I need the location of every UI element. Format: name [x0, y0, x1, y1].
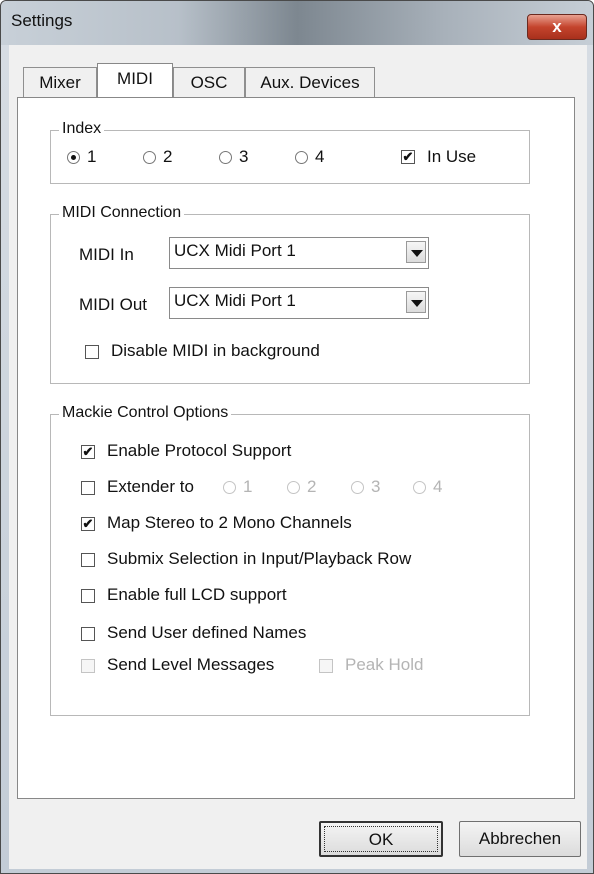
index-radio-4-label: 4: [315, 147, 325, 166]
extender-radio-4-label: 4: [433, 477, 443, 496]
level-messages-label: Send Level Messages: [107, 655, 275, 674]
tab-aux-devices[interactable]: Aux. Devices: [245, 67, 375, 97]
index-legend: Index: [59, 120, 105, 138]
chevron-down-icon[interactable]: [406, 291, 426, 313]
extender-label: Extender to: [107, 477, 194, 496]
extender-radio-3[interactable]: [351, 481, 364, 494]
mackie-legend: Mackie Control Options: [59, 404, 232, 422]
ok-button[interactable]: OK: [319, 821, 443, 857]
disable-bg-checkbox[interactable]: [85, 345, 99, 359]
tab-midi[interactable]: MIDI: [97, 63, 173, 97]
in-use-checkbox[interactable]: ✔: [401, 150, 415, 164]
submix-checkbox[interactable]: [81, 553, 95, 567]
index-radio-3-label: 3: [239, 147, 249, 166]
enable-protocol-label: Enable Protocol Support: [107, 441, 292, 460]
title-bar[interactable]: Settings x: [1, 1, 593, 45]
window-title: Settings: [11, 11, 73, 30]
midi-tab-panel: Index 1 2 3 4 ✔ In Use MIDI Connection M…: [17, 97, 575, 799]
midi-in-value: UCX Midi Port 1: [174, 241, 296, 260]
midi-connection-legend: MIDI Connection: [59, 204, 185, 222]
index-radio-4[interactable]: [295, 151, 308, 164]
extender-radio-3-label: 3: [371, 477, 381, 496]
tab-osc-label: OSC: [190, 73, 228, 92]
lcd-checkbox[interactable]: [81, 589, 95, 603]
user-names-label: Send User defined Names: [107, 623, 307, 642]
settings-window: Settings x Mixer MIDI OSC Aux. Devices I…: [0, 0, 594, 874]
focus-rect: [324, 826, 438, 852]
index-group: Index 1 2 3 4 ✔ In Use: [50, 120, 530, 184]
peak-hold-label: Peak Hold: [345, 655, 424, 674]
extender-radio-1[interactable]: [223, 481, 236, 494]
midi-in-select[interactable]: UCX Midi Port 1: [169, 237, 429, 269]
user-names-checkbox[interactable]: [81, 627, 95, 641]
cancel-button[interactable]: Abbrechen: [459, 821, 581, 857]
index-radio-3[interactable]: [219, 151, 232, 164]
extender-radio-2-label: 2: [307, 477, 317, 496]
disable-bg-label: Disable MIDI in background: [111, 341, 320, 360]
extender-radio-2[interactable]: [287, 481, 300, 494]
midi-out-label: MIDI Out: [79, 295, 148, 314]
index-radio-2[interactable]: [143, 151, 156, 164]
map-stereo-checkbox[interactable]: ✔: [81, 517, 95, 531]
map-stereo-label: Map Stereo to 2 Mono Channels: [107, 513, 352, 532]
lcd-label: Enable full LCD support: [107, 585, 287, 604]
close-icon: x: [552, 17, 562, 36]
mackie-options-group: Mackie Control Options ✔ Enable Protocol…: [50, 404, 530, 716]
enable-protocol-checkbox[interactable]: ✔: [81, 445, 95, 459]
extender-checkbox[interactable]: [81, 481, 95, 495]
tab-mixer[interactable]: Mixer: [23, 67, 97, 97]
cancel-label: Abbrechen: [478, 829, 562, 848]
index-radio-2-label: 2: [163, 147, 173, 166]
level-messages-checkbox[interactable]: [81, 659, 95, 673]
submix-label: Submix Selection in Input/Playback Row: [107, 549, 412, 568]
tab-midi-label: MIDI: [117, 69, 153, 88]
tab-aux-devices-label: Aux. Devices: [260, 73, 360, 92]
midi-out-value: UCX Midi Port 1: [174, 291, 296, 310]
index-radio-1-label: 1: [87, 147, 97, 166]
midi-connection-group: MIDI Connection MIDI In UCX Midi Port 1 …: [50, 204, 530, 384]
close-button[interactable]: x: [527, 14, 587, 40]
index-radio-1[interactable]: [67, 151, 80, 164]
extender-radio-4[interactable]: [413, 481, 426, 494]
peak-hold-checkbox[interactable]: [319, 659, 333, 673]
in-use-label: In Use: [427, 147, 477, 166]
extender-radio-1-label: 1: [243, 477, 253, 496]
chevron-down-icon[interactable]: [406, 241, 426, 263]
tab-osc[interactable]: OSC: [173, 67, 245, 97]
tab-mixer-label: Mixer: [39, 73, 81, 92]
midi-in-label: MIDI In: [79, 245, 134, 264]
midi-out-select[interactable]: UCX Midi Port 1: [169, 287, 429, 319]
